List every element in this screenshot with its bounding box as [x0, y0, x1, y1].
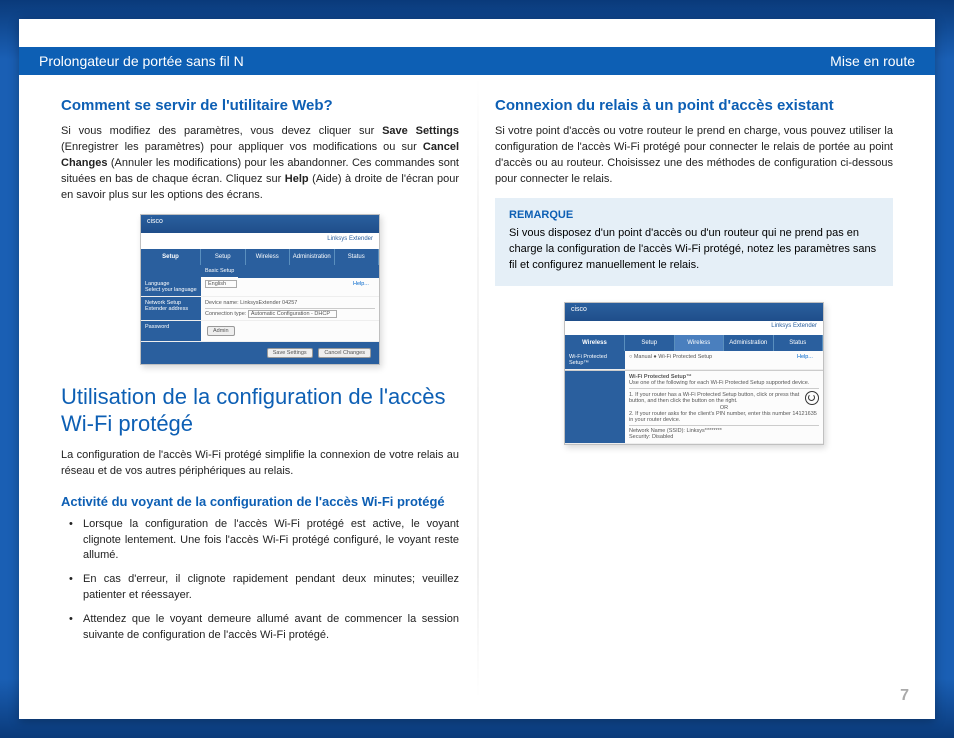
ss-label-language: LanguageSelect your language	[141, 278, 201, 296]
ss2-tab-wireless-active[interactable]: Wireless	[675, 335, 725, 351]
page-header: Prolongateur de portée sans fil N Mise e…	[19, 47, 935, 75]
ss-tab-admin[interactable]: Administration	[290, 249, 335, 265]
ss2-wps-sub: Use one of the following for each Wi-Fi …	[629, 380, 819, 386]
heading-wps: Utilisation de la configuration de l'acc…	[61, 383, 459, 438]
ss2-tab-status[interactable]: Status	[774, 335, 824, 351]
list-item: En cas d'erreur, il clignote rapidement …	[83, 572, 459, 604]
ss2-tab-bar: Wireless Setup Wireless Administration S…	[565, 335, 823, 351]
ss-admin-button[interactable]: Admin	[207, 326, 235, 336]
ss-footer: Save Settings Cancel Changes	[141, 342, 379, 364]
content-area: Comment se servir de l'utilitaire Web? S…	[19, 97, 935, 719]
note-body: Si vous disposez d'un point d'accès ou d…	[509, 226, 879, 274]
ss-cancel-button[interactable]: Cancel Changes	[318, 348, 371, 358]
ss-tab-setup-sub[interactable]: Setup	[201, 249, 246, 265]
ss2-radio-group[interactable]: ○ Manual ● Wi-Fi Protected Setup	[625, 351, 793, 369]
ss2-wps-panel: Wi-Fi Protected Setup™ Use one of the fo…	[565, 370, 823, 444]
ss-tab-bar: Setup Setup Wireless Administration Stat…	[141, 249, 379, 265]
heading-wps-led: Activité du voyant de la configuration d…	[61, 494, 459, 509]
ss2-row-mode: Wi-Fi Protected Setup™ ○ Manual ● Wi-Fi …	[565, 351, 823, 370]
ss-row-language: LanguageSelect your language English Hel…	[141, 278, 379, 297]
ss2-wps-step2: 2. If your router asks for the client's …	[629, 411, 819, 423]
header-title-right: Mise en route	[830, 53, 915, 69]
ss-tab-wireless[interactable]: Wireless	[246, 249, 291, 265]
left-column: Comment se servir de l'utilitaire Web? S…	[43, 97, 477, 719]
paragraph-web-utility: Si vous modifiez des paramètres, vous de…	[61, 124, 459, 204]
note-box: REMARQUE Si vous disposez d'un point d'a…	[495, 198, 893, 286]
ss-product-label: Linksys Extender	[141, 233, 379, 249]
ss-row-network: Network SetupExtender address Device nam…	[141, 297, 379, 321]
ss-save-button[interactable]: Save Settings	[267, 348, 313, 358]
cisco-logo-icon: cisco	[571, 306, 587, 313]
list-item: Attendez que le voyant demeure allumé av…	[83, 612, 459, 644]
ss2-sec-value: Disabled	[652, 434, 673, 440]
heading-web-utility: Comment se servir de l'utilitaire Web?	[61, 97, 459, 114]
document-page: Prolongateur de portée sans fil N Mise e…	[19, 19, 935, 719]
ss-label-network: Network SetupExtender address	[141, 297, 201, 320]
list-item: Lorsque la configuration de l'accès Wi-F…	[83, 517, 459, 565]
ss2-wps-step1: 1. If your router has a Wi-Fi Protected …	[629, 392, 805, 404]
page-number: 7	[900, 687, 909, 705]
ss-language-select[interactable]: English	[205, 280, 237, 288]
ss2-tab-setup[interactable]: Setup	[625, 335, 675, 351]
screenshot-wireless-page: cisco Linksys Extender Wireless Setup Wi…	[564, 302, 824, 445]
cisco-logo-icon: cisco	[147, 218, 163, 225]
ss-logo-bar: cisco	[141, 215, 379, 233]
wps-led-bullets: Lorsque la configuration de l'accès Wi-F…	[61, 517, 459, 645]
note-title: REMARQUE	[509, 208, 879, 224]
ss-conntype-select[interactable]: Automatic Configuration - DHCP	[248, 310, 337, 318]
wps-icon[interactable]	[805, 391, 819, 405]
ss2-help-link[interactable]: Help...	[793, 351, 823, 369]
ss-tab-status[interactable]: Status	[335, 249, 380, 265]
ss-subtab[interactable]: Basic Setup	[201, 265, 238, 278]
ss2-label-wps: Wi-Fi Protected Setup™	[565, 351, 625, 369]
ss2-tab-admin[interactable]: Administration	[724, 335, 774, 351]
right-column: Connexion du relais à un point d'accès e…	[477, 97, 911, 719]
ss2-sec-label: Security:	[629, 434, 650, 440]
ss2-tab-wireless[interactable]: Wireless	[565, 335, 625, 351]
ss2-ssid-value: Linksys********	[686, 428, 721, 434]
screenshot-setup-page: cisco Linksys Extender Setup Setup Wirel…	[140, 214, 380, 365]
ss-row-password: Password Admin	[141, 321, 379, 342]
ss2-logo-bar: cisco	[565, 303, 823, 321]
ss2-product-label: Linksys Extender	[565, 321, 823, 335]
ss-label-password: Password	[141, 321, 201, 341]
header-title-left: Prolongateur de portée sans fil N	[39, 53, 244, 69]
paragraph-connect-ap: Si votre point d'accès ou votre routeur …	[495, 124, 893, 188]
heading-connect-ap: Connexion du relais à un point d'accès e…	[495, 97, 893, 114]
ss-help-link[interactable]: Help...	[349, 278, 379, 296]
ss-tab-setup[interactable]: Setup	[141, 249, 201, 265]
paragraph-wps: La configuration de l'accès Wi-Fi protég…	[61, 448, 459, 480]
